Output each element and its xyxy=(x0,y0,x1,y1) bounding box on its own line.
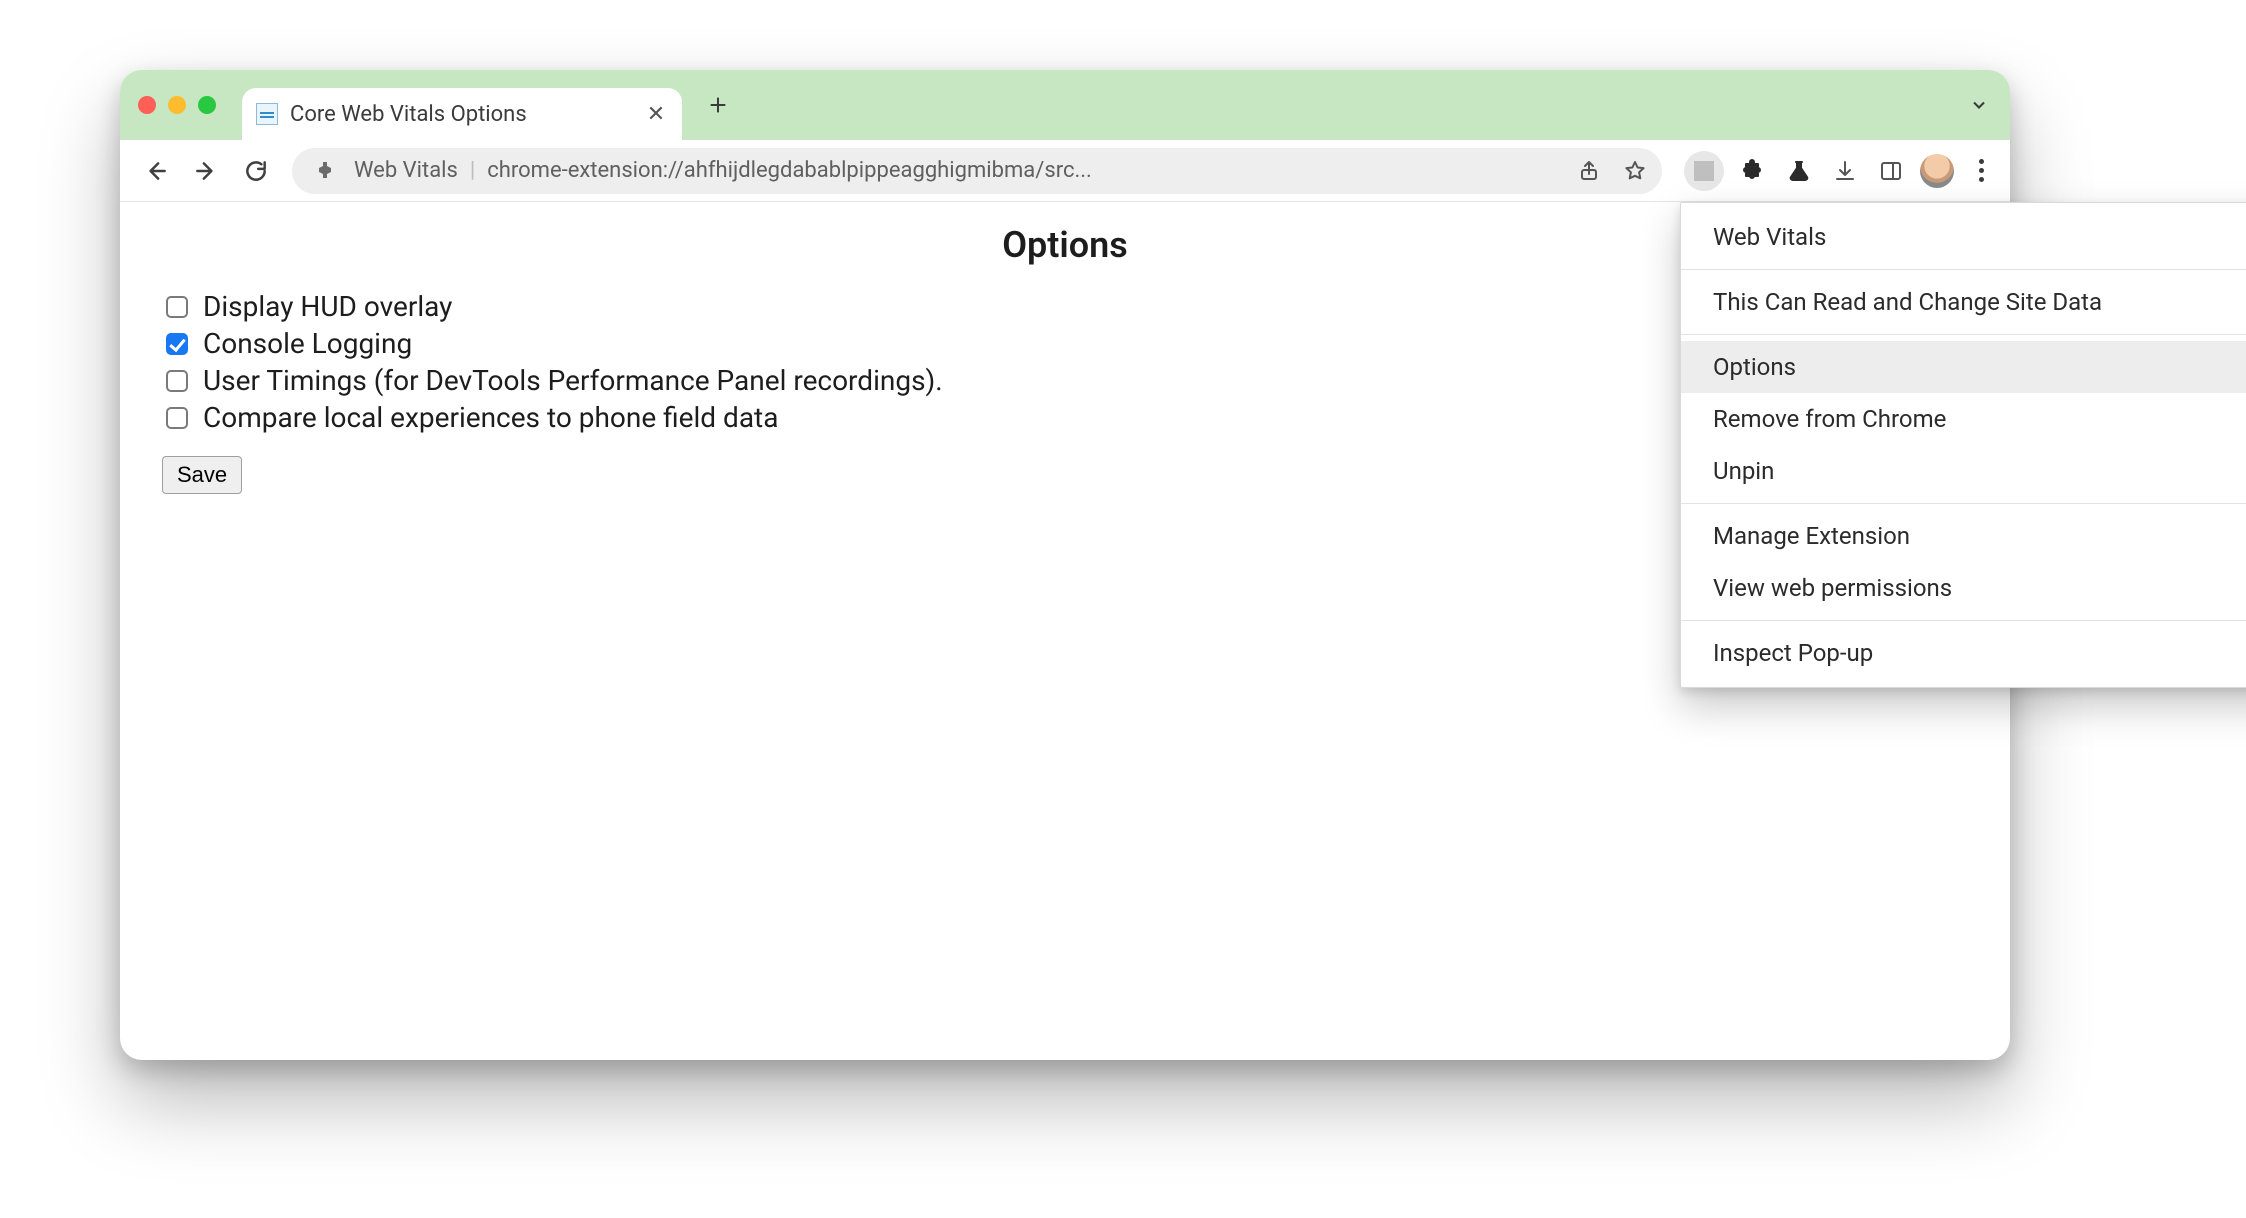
context-menu-item-label: Unpin xyxy=(1713,457,1774,485)
option-checkbox[interactable] xyxy=(166,296,188,318)
browser-window: Core Web Vitals Options ✕ xyxy=(120,70,2010,1060)
context-menu-item[interactable]: Unpin xyxy=(1681,445,2246,497)
browser-menu-button[interactable] xyxy=(1966,154,1996,188)
context-menu-separator xyxy=(1681,620,2246,621)
toolbar: Web Vitals | chrome-extension://ahfhijdl… xyxy=(120,140,2010,202)
tab-favicon-icon xyxy=(256,103,278,125)
new-tab-button[interactable] xyxy=(700,87,736,123)
save-button[interactable]: Save xyxy=(162,456,242,494)
option-checkbox[interactable] xyxy=(166,407,188,429)
option-label: Display HUD overlay xyxy=(203,290,452,323)
address-bar[interactable]: Web Vitals | chrome-extension://ahfhijdl… xyxy=(292,148,1662,194)
share-icon[interactable] xyxy=(1572,154,1606,188)
context-menu-item-label: Remove from Chrome xyxy=(1713,405,1946,433)
profile-avatar[interactable] xyxy=(1920,154,1954,188)
close-window-button[interactable] xyxy=(138,96,156,114)
context-menu-title: Web Vitals xyxy=(1681,211,2246,263)
context-menu-item[interactable]: This Can Read and Change Site Data xyxy=(1681,276,2246,328)
close-tab-button[interactable]: ✕ xyxy=(644,102,668,127)
maximize-window-button[interactable] xyxy=(198,96,216,114)
context-menu-item-label: Inspect Pop-up xyxy=(1713,639,1873,667)
option-checkbox[interactable] xyxy=(166,333,188,355)
context-menu-item[interactable]: View web permissions xyxy=(1681,562,2246,614)
context-menu-item-label: This Can Read and Change Site Data xyxy=(1713,288,2102,316)
context-menu-separator xyxy=(1681,503,2246,504)
context-menu-item-label: Options xyxy=(1713,353,1796,381)
tabs-dropdown-button[interactable] xyxy=(1962,88,1996,122)
context-menu-item[interactable]: Manage Extension xyxy=(1681,510,2246,562)
context-menu-separator xyxy=(1681,269,2246,270)
minimize-window-button[interactable] xyxy=(168,96,186,114)
bookmark-star-icon[interactable] xyxy=(1618,154,1652,188)
side-panel-icon[interactable] xyxy=(1874,154,1908,188)
toolbar-actions xyxy=(1684,151,1996,191)
tab-title: Core Web Vitals Options xyxy=(290,102,632,127)
omnibox-separator: | xyxy=(470,158,475,183)
site-info-icon[interactable] xyxy=(308,154,342,188)
context-menu-item[interactable]: Inspect Pop-up xyxy=(1681,627,2246,679)
extension-context-menu: Web Vitals This Can Read and Change Site… xyxy=(1680,202,2246,688)
downloads-icon[interactable] xyxy=(1828,154,1862,188)
forward-button[interactable] xyxy=(184,149,228,193)
tab-strip: Core Web Vitals Options ✕ xyxy=(120,70,2010,140)
url-text: chrome-extension://ahfhijdlegdabablpippe… xyxy=(487,158,1560,183)
option-label: Console Logging xyxy=(203,327,412,360)
context-menu-title-label: Web Vitals xyxy=(1713,223,1826,251)
browser-tab[interactable]: Core Web Vitals Options ✕ xyxy=(242,88,682,140)
labs-flask-icon[interactable] xyxy=(1782,154,1816,188)
extension-name: Web Vitals xyxy=(354,158,458,183)
back-button[interactable] xyxy=(134,149,178,193)
option-checkbox[interactable] xyxy=(166,370,188,392)
context-menu-item[interactable]: Remove from Chrome xyxy=(1681,393,2246,445)
context-menu-item-label: View web permissions xyxy=(1713,574,1952,602)
context-menu-separator xyxy=(1681,334,2246,335)
context-menu-item-label: Manage Extension xyxy=(1713,522,1910,550)
option-label: Compare local experiences to phone field… xyxy=(203,401,778,434)
active-extension-indicator[interactable] xyxy=(1684,151,1724,191)
option-label: User Timings (for DevTools Performance P… xyxy=(203,364,943,397)
window-controls xyxy=(138,96,216,114)
extensions-puzzle-icon[interactable] xyxy=(1736,154,1770,188)
context-menu-item[interactable]: Options xyxy=(1681,341,2246,393)
reload-button[interactable] xyxy=(234,149,278,193)
